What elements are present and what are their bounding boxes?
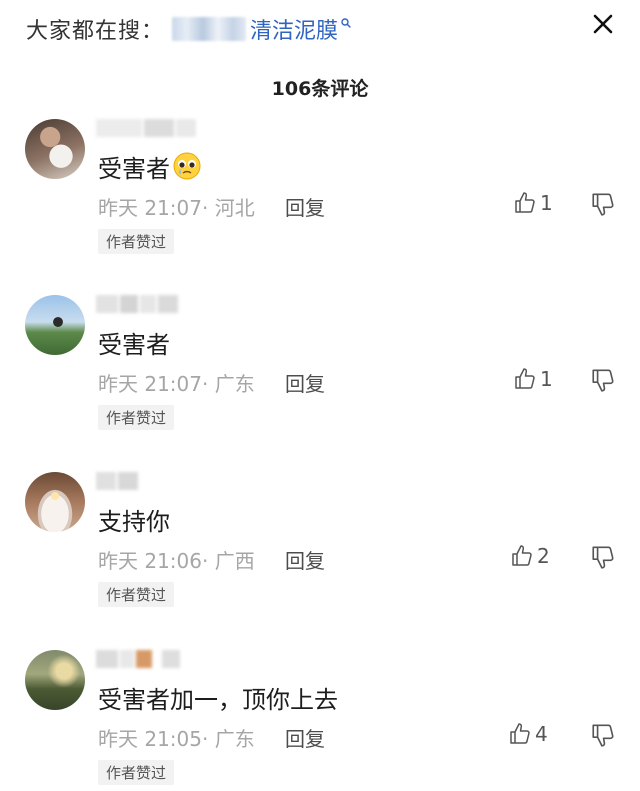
thumbs-down-icon[interactable] bbox=[590, 367, 616, 393]
avatar[interactable] bbox=[25, 650, 85, 710]
close-icon[interactable] bbox=[588, 9, 618, 39]
thumbs-down-icon[interactable] bbox=[590, 544, 616, 570]
thumbs-up-icon bbox=[512, 545, 532, 566]
comment-text: 受害者加一，顶你上去 bbox=[98, 686, 338, 714]
avatar[interactable] bbox=[25, 119, 85, 179]
thumbs-up-icon bbox=[515, 368, 535, 389]
like-count: 4 bbox=[535, 722, 548, 746]
author-liked-badge: 作者赞过 bbox=[98, 760, 175, 785]
username-blurred[interactable] bbox=[96, 119, 196, 137]
comment-text: 受害者 bbox=[98, 149, 202, 184]
blurred-search-keyword bbox=[172, 17, 247, 41]
hot-search-prefix: 大家都在搜： bbox=[26, 19, 165, 44]
like-button[interactable]: 1 bbox=[513, 191, 553, 215]
author-liked-badge: 作者赞过 bbox=[98, 405, 175, 430]
reply-button[interactable]: 回复 bbox=[285, 545, 325, 574]
like-button[interactable]: 4 bbox=[508, 722, 548, 746]
comment-count: 106条评论 bbox=[271, 78, 369, 100]
hot-search-term[interactable]: 清洁泥膜 bbox=[250, 13, 338, 45]
comment-meta: 昨天 21:06· 广西 bbox=[98, 549, 255, 573]
like-button[interactable]: 1 bbox=[513, 367, 553, 391]
hot-search-bar[interactable]: 大家都在搜： 清洁泥膜 bbox=[26, 12, 351, 46]
comment-text: 支持你 bbox=[98, 508, 170, 536]
username-blurred[interactable] bbox=[96, 650, 180, 668]
author-liked-badge: 作者赞过 bbox=[98, 582, 175, 607]
comment-meta: 昨天 21:07· 河北 bbox=[98, 196, 255, 220]
comment-meta: 昨天 21:07· 广东 bbox=[98, 372, 255, 396]
thumbs-down-icon[interactable] bbox=[590, 722, 616, 748]
like-count: 2 bbox=[537, 544, 550, 568]
like-count: 1 bbox=[540, 191, 553, 215]
like-count: 1 bbox=[540, 367, 553, 391]
username-blurred[interactable] bbox=[96, 472, 138, 490]
comment-text: 受害者 bbox=[98, 331, 170, 359]
like-button[interactable]: 2 bbox=[510, 544, 550, 568]
author-liked-badge: 作者赞过 bbox=[98, 229, 175, 254]
thumbs-up-icon bbox=[515, 192, 535, 213]
thumbs-down-icon[interactable] bbox=[590, 191, 616, 217]
thumbs-up-icon bbox=[510, 723, 530, 744]
reply-button[interactable]: 回复 bbox=[285, 192, 325, 221]
pleading-face-emoji bbox=[173, 152, 201, 180]
username-blurred[interactable] bbox=[96, 295, 178, 313]
search-icon bbox=[341, 18, 351, 28]
avatar[interactable] bbox=[25, 472, 85, 532]
comment-meta: 昨天 21:05· 广东 bbox=[98, 727, 255, 751]
avatar[interactable] bbox=[25, 295, 85, 355]
reply-button[interactable]: 回复 bbox=[285, 723, 325, 752]
reply-button[interactable]: 回复 bbox=[285, 368, 325, 397]
